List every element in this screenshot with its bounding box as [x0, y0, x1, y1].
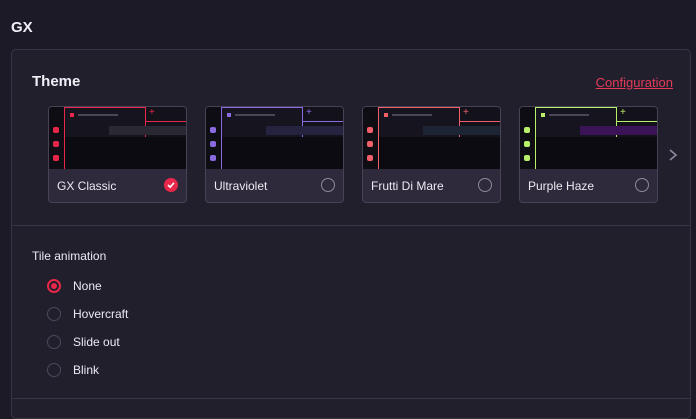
preview-sidebar-dot: [210, 155, 216, 161]
preview-sidebar-dot: [367, 155, 373, 161]
tile-animation-option-label: Slide out: [73, 335, 120, 349]
preview-sidebar-dot: [367, 141, 373, 147]
theme-preview: +: [49, 107, 186, 169]
preview-content: [536, 137, 657, 169]
preview-sidebar-dot: [524, 141, 530, 147]
settings-panel: Theme Configuration + GX Classic + Ultravio…: [11, 49, 691, 419]
preview-sidebar-dot: [53, 141, 59, 147]
preview-tab-icon: [384, 113, 388, 117]
theme-card[interactable]: + Ultraviolet: [205, 106, 344, 203]
preview-sidebar: [49, 107, 64, 169]
theme-card-footer: Ultraviolet: [206, 169, 343, 202]
preview-sidebar-dot: [367, 127, 373, 133]
preview-tabbar-line: [146, 121, 186, 122]
preview-sidebar-dot: [524, 155, 530, 161]
preview-tab-icon: [541, 113, 545, 117]
preview-plus-icon: +: [306, 107, 312, 118]
tile-animation-option-label: None: [73, 279, 102, 293]
theme-card[interactable]: + GX Classic: [48, 106, 187, 203]
preview-tabbar-line: [460, 121, 500, 122]
preview-sidebar: [206, 107, 221, 169]
theme-card-label: Purple Haze: [528, 179, 595, 193]
preview-sidebar: [363, 107, 378, 169]
theme-card-footer: Frutti Di Mare: [363, 169, 500, 202]
preview-sidebar: [520, 107, 535, 169]
tile-animation-title: Tile animation: [32, 249, 107, 263]
preview-plus-icon: +: [620, 107, 626, 118]
theme-radio[interactable]: [635, 178, 649, 192]
page-title: GX: [11, 19, 33, 36]
theme-card-label: GX Classic: [57, 179, 117, 193]
theme-card-footer: GX Classic: [49, 169, 186, 202]
preview-tab-title: [235, 114, 275, 116]
preview-plus-icon: +: [149, 107, 155, 118]
preview-tab-title: [78, 114, 118, 116]
theme-section: Theme Configuration + GX Classic + Ultravio…: [12, 50, 690, 226]
theme-card[interactable]: + Frutti Di Mare: [362, 106, 501, 203]
preview-address-bar: [109, 126, 186, 135]
configuration-link[interactable]: Configuration: [596, 75, 673, 90]
preview-address-bar: [580, 126, 657, 135]
theme-card[interactable]: + Purple Haze: [519, 106, 658, 203]
theme-preview: +: [520, 107, 657, 169]
preview-sidebar-dot: [210, 127, 216, 133]
check-icon[interactable]: [164, 178, 178, 192]
radio-button[interactable]: [47, 363, 61, 377]
theme-radio[interactable]: [478, 178, 492, 192]
preview-tab-title: [549, 114, 589, 116]
preview-address-bar: [266, 126, 343, 135]
preview-address-bar: [423, 126, 500, 135]
theme-card-label: Frutti Di Mare: [371, 179, 444, 193]
preview-tabbar-line: [617, 121, 657, 122]
chevron-right-icon[interactable]: [667, 148, 679, 162]
theme-preview: +: [363, 107, 500, 169]
theme-card-footer: Purple Haze: [520, 169, 657, 202]
preview-tab-title: [392, 114, 432, 116]
radio-button[interactable]: [47, 335, 61, 349]
preview-plus-icon: +: [463, 107, 469, 118]
preview-sidebar-dot: [524, 127, 530, 133]
theme-preview: +: [206, 107, 343, 169]
theme-section-title: Theme: [32, 73, 81, 90]
preview-sidebar-dot: [53, 155, 59, 161]
radio-button[interactable]: [47, 279, 61, 293]
preview-tabbar-line: [303, 121, 343, 122]
preview-content: [65, 137, 186, 169]
preview-sidebar-dot: [210, 141, 216, 147]
tile-animation-section: Tile animation None Hovercraft Slide out Bl…: [12, 226, 690, 406]
theme-card-label: Ultraviolet: [214, 179, 268, 193]
tile-animation-option-label: Blink: [73, 363, 100, 377]
tile-animation-option-label: Hovercraft: [73, 307, 129, 321]
section-divider: [12, 398, 690, 399]
preview-tab-icon: [227, 113, 231, 117]
preview-content: [222, 137, 343, 169]
radio-button[interactable]: [47, 307, 61, 321]
preview-content: [379, 137, 500, 169]
theme-radio[interactable]: [321, 178, 335, 192]
preview-sidebar-dot: [53, 127, 59, 133]
preview-tab-icon: [70, 113, 74, 117]
